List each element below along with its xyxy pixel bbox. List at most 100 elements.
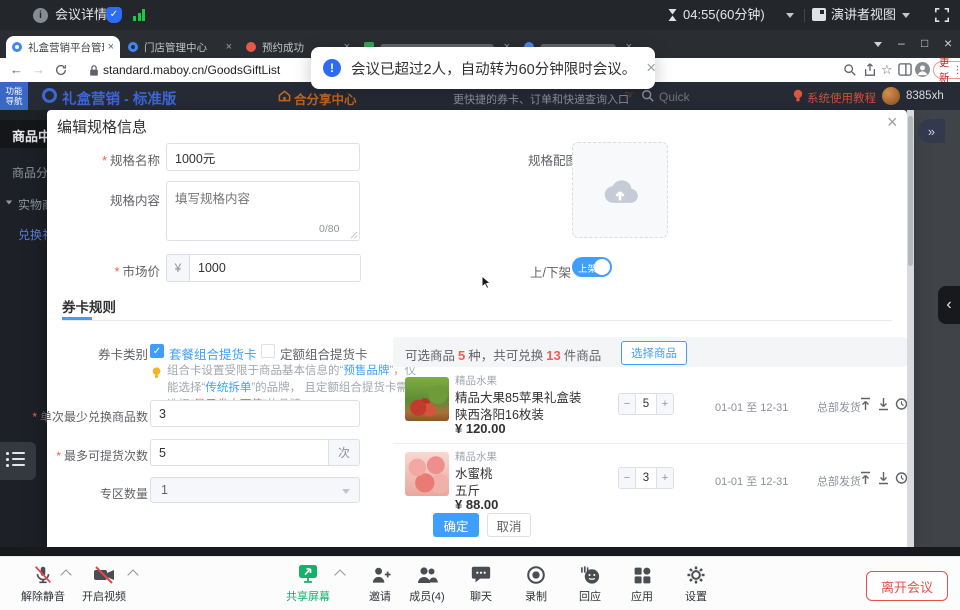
- cancel-button[interactable]: 取消: [487, 513, 531, 537]
- product-image: [405, 452, 449, 496]
- checkbox-fixed-combo-card[interactable]: [261, 344, 275, 358]
- meeting-topbar: i 会议详情 ✓ 04:55(60分钟) 演讲者视图: [0, 0, 960, 30]
- settings-button[interactable]: 设置: [662, 562, 730, 604]
- edit-spec-dialog: 编辑规格信息 × *规格名称 规格内容 0/80 *市场价 ¥ 规格配图: [47, 110, 907, 547]
- share-icon[interactable]: [863, 62, 877, 77]
- split-view-icon[interactable]: [898, 63, 912, 76]
- tutorial-link[interactable]: 系统使用教程: [807, 90, 876, 106]
- window-minimize-button[interactable]: –: [898, 34, 905, 52]
- floating-list-button[interactable]: [0, 442, 36, 480]
- toggle-knob: [594, 259, 610, 275]
- meeting-timer[interactable]: 04:55(60分钟): [683, 8, 765, 22]
- market-price-input[interactable]: [189, 254, 361, 282]
- valid-date-range: 01-01 至 12-31: [715, 473, 788, 489]
- reload-icon[interactable]: [54, 63, 68, 77]
- fullscreen-icon[interactable]: [934, 7, 950, 23]
- chat-bubble-icon: [470, 564, 492, 586]
- min-exchange-input[interactable]: [150, 400, 360, 427]
- toast-close-icon[interactable]: ×: [646, 58, 656, 78]
- dialog-scrollbar[interactable]: [907, 110, 914, 547]
- tab-favicon: [128, 42, 138, 52]
- drawer-expand-button[interactable]: »: [918, 119, 945, 143]
- forward-icon[interactable]: →: [32, 62, 45, 77]
- currency-prefix: ¥: [166, 254, 190, 282]
- scrollbar-thumb[interactable]: [908, 116, 913, 266]
- schedule-clock-icon[interactable]: [895, 397, 907, 411]
- url-text[interactable]: standard.maboy.cn/GoodsGiftList: [103, 63, 280, 77]
- card-type-label: 券卡类别: [98, 344, 148, 363]
- tab-card-rules[interactable]: 券卡规则: [62, 296, 116, 316]
- shelf-toggle-on[interactable]: 上架: [572, 257, 612, 277]
- hourglass-icon: [667, 8, 678, 22]
- leave-meeting-button[interactable]: 离开会议: [866, 571, 948, 601]
- quick-search-input[interactable]: [657, 87, 741, 106]
- max-pickup-input[interactable]: [150, 439, 329, 466]
- unmute-button[interactable]: 解除静音: [9, 562, 77, 604]
- minus-button[interactable]: −: [619, 468, 635, 488]
- spec-name-input[interactable]: [166, 143, 360, 171]
- confirm-button[interactable]: 确定: [433, 513, 479, 537]
- zone-count-select[interactable]: 1: [150, 477, 360, 503]
- window-maximize-button[interactable]: □: [921, 34, 928, 52]
- goods-piece-count: 13: [546, 348, 560, 363]
- tutorial-bulb-icon: [792, 89, 804, 103]
- resize-handle-icon[interactable]: [350, 231, 358, 239]
- timer-dropdown-icon[interactable]: [786, 13, 794, 18]
- browser-tab-store-admin[interactable]: 门店管理中心 ×: [122, 36, 238, 58]
- product-row: 精品水果 水蜜桃 五斤 ¥ 88.00 − 3 + 01-01 至 12-31 …: [393, 447, 907, 517]
- move-to-top-icon[interactable]: [859, 471, 872, 485]
- window-close-button[interactable]: ×: [944, 34, 952, 52]
- quantity-value[interactable]: 5: [635, 394, 657, 414]
- bookmark-star-icon[interactable]: ☆: [881, 62, 893, 78]
- meeting-details-button[interactable]: 会议详情: [55, 8, 107, 22]
- lock-icon[interactable]: [88, 64, 100, 77]
- quick-search-icon[interactable]: [641, 89, 655, 103]
- nav-drawer-button[interactable]: 功能 导航: [0, 82, 28, 110]
- video-panel-toggle[interactable]: ‹: [938, 286, 960, 324]
- product-price: ¥ 88.00: [455, 497, 498, 512]
- view-mode-button[interactable]: 演讲者视图: [831, 8, 896, 22]
- checkbox-combo-pickup-card[interactable]: ✓: [150, 344, 164, 358]
- minus-button[interactable]: −: [619, 394, 635, 414]
- alert-info-icon: !: [323, 59, 341, 77]
- image-upload-dropzone[interactable]: [572, 142, 668, 238]
- tab-search-icon[interactable]: [874, 42, 882, 47]
- zoom-icon[interactable]: [843, 63, 857, 77]
- username[interactable]: 8385xh: [906, 90, 944, 102]
- tab-title: 礼盒营销平台管理中心: [28, 40, 104, 55]
- tab-close-icon[interactable]: ×: [226, 41, 232, 53]
- network-signal-icon[interactable]: [133, 9, 147, 21]
- info-icon[interactable]: i: [33, 8, 48, 23]
- select-goods-button[interactable]: 选择商品: [621, 341, 687, 365]
- profile-avatar-icon[interactable]: [915, 62, 930, 77]
- quantity-value[interactable]: 3: [635, 468, 657, 488]
- move-to-bottom-icon[interactable]: [877, 471, 890, 485]
- shield-check-icon[interactable]: ✓: [106, 7, 122, 23]
- nav-label-1: 功能: [0, 86, 28, 96]
- back-icon[interactable]: ←: [10, 62, 23, 77]
- share-center-link[interactable]: 合分享中心: [294, 89, 357, 108]
- schedule-clock-icon[interactable]: [895, 471, 907, 485]
- valid-date-range: 01-01 至 12-31: [715, 399, 788, 415]
- share-screen-button[interactable]: 共享屏幕: [274, 562, 342, 604]
- chrome-update-button[interactable]: 更新 ⋮: [933, 61, 960, 79]
- dialog-close-icon[interactable]: ×: [887, 112, 898, 133]
- plus-button[interactable]: +: [657, 394, 673, 414]
- invite-person-icon: [369, 564, 392, 586]
- plus-button[interactable]: +: [657, 468, 673, 488]
- sidebar-expand-icon[interactable]: [6, 201, 12, 205]
- divider: [804, 9, 805, 22]
- checkbox-combo-pickup-label[interactable]: 套餐组合提货卡: [169, 344, 257, 363]
- view-dropdown-icon[interactable]: [902, 13, 910, 18]
- move-to-bottom-icon[interactable]: [877, 397, 890, 411]
- browser-tab-gift-admin[interactable]: 礼盒营销平台管理中心 ×: [6, 36, 120, 58]
- ship-from: 总部发货: [817, 473, 861, 489]
- start-video-button[interactable]: 开启视频: [70, 562, 138, 604]
- user-avatar[interactable]: [882, 87, 900, 105]
- tab-close-icon[interactable]: ×: [108, 41, 114, 53]
- checkbox-fixed-combo-label[interactable]: 定额组合提货卡: [280, 344, 368, 363]
- tip-bulb-icon: [151, 366, 162, 380]
- kebab-menu-icon[interactable]: ⋮: [953, 65, 960, 76]
- move-to-top-icon[interactable]: [859, 397, 872, 411]
- min-exchange-label: *单次最少兑换商品数: [32, 408, 148, 425]
